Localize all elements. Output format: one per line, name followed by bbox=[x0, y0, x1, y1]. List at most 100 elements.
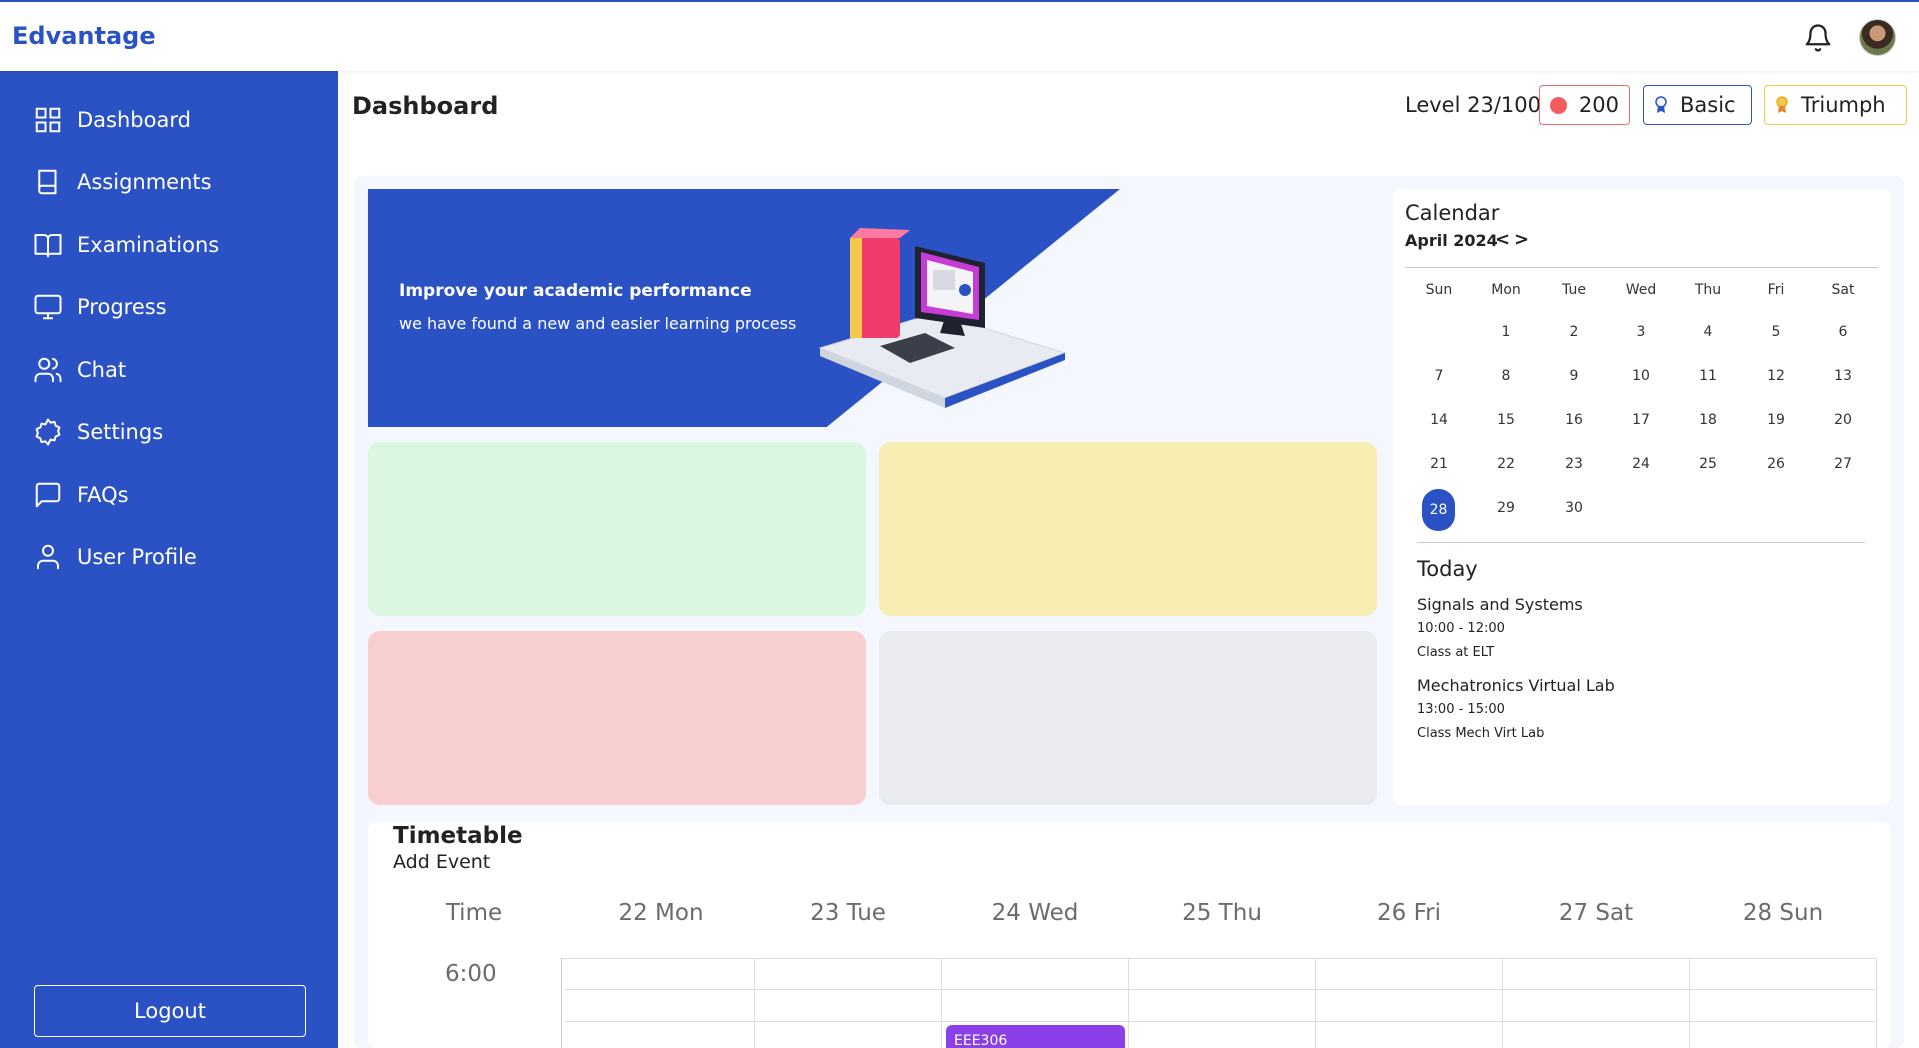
grid-line bbox=[754, 958, 755, 1048]
timetable-column-header: 25 Thu bbox=[1182, 900, 1262, 926]
sidebar-item-faqs[interactable]: FAQs bbox=[33, 475, 129, 515]
grid-line bbox=[1689, 958, 1690, 1048]
calendar-day[interactable]: 2 bbox=[1546, 324, 1602, 340]
top-bar: Edvantage bbox=[0, 0, 1919, 71]
event-location: Class at ELT bbox=[1417, 645, 1495, 660]
calendar-day[interactable]: 5 bbox=[1748, 324, 1804, 340]
timetable-column-header: 23 Tue bbox=[810, 900, 886, 926]
calendar-day[interactable]: 9 bbox=[1546, 368, 1602, 384]
calendar-day[interactable]: 19 bbox=[1748, 412, 1804, 428]
calendar-prev-button[interactable]: < bbox=[1495, 229, 1510, 250]
stat-card-gray[interactable] bbox=[879, 631, 1377, 805]
timetable-grid bbox=[561, 958, 1877, 1048]
calendar-day[interactable]: 13 bbox=[1815, 368, 1871, 384]
brand-logo[interactable]: Edvantage bbox=[12, 22, 156, 50]
calendar-day[interactable]: 6 bbox=[1815, 324, 1871, 340]
grid-line bbox=[1876, 958, 1877, 1048]
calendar-day-selected[interactable]: 28 bbox=[1422, 489, 1455, 531]
divider bbox=[1417, 542, 1865, 543]
sidebar-item-label: User Profile bbox=[77, 545, 197, 569]
medal-icon bbox=[1655, 96, 1667, 113]
calendar-day[interactable]: 17 bbox=[1613, 412, 1669, 428]
stat-card-yellow[interactable] bbox=[879, 442, 1377, 616]
calendar-day[interactable]: 27 bbox=[1815, 456, 1871, 472]
timetable-column-header: 22 Mon bbox=[618, 900, 704, 926]
rank-badge[interactable]: Triumph bbox=[1764, 85, 1907, 125]
trophy-icon bbox=[1776, 96, 1788, 113]
grid-line bbox=[1502, 958, 1503, 1048]
grid-line bbox=[565, 1021, 1877, 1022]
stat-card-green[interactable] bbox=[368, 442, 866, 616]
timetable-event[interactable]: EEE306 bbox=[946, 1025, 1125, 1048]
weekday-label: Fri bbox=[1767, 282, 1785, 298]
calendar-day[interactable]: 20 bbox=[1815, 412, 1871, 428]
calendar-day[interactable]: 15 bbox=[1478, 412, 1534, 428]
banner-subtitle: we have found a new and easier learning … bbox=[399, 314, 797, 333]
dashboard-grid-icon bbox=[35, 107, 61, 133]
sidebar-item-settings[interactable]: Settings bbox=[33, 412, 163, 452]
gear-icon bbox=[35, 418, 61, 446]
bell-icon[interactable] bbox=[1803, 22, 1833, 54]
calendar-day[interactable]: 29 bbox=[1478, 500, 1534, 516]
calendar-next-button[interactable]: > bbox=[1514, 229, 1529, 250]
sidebar-item-label: Settings bbox=[77, 420, 164, 444]
calendar-day[interactable]: 14 bbox=[1411, 412, 1467, 428]
sidebar-item-label: FAQs bbox=[77, 483, 129, 507]
open-book-icon bbox=[34, 234, 62, 258]
add-event-button[interactable]: Add Event bbox=[393, 851, 490, 873]
sidebar: Dashboard Assignments Examinations Progr… bbox=[0, 71, 338, 1048]
monitor-icon bbox=[34, 294, 62, 320]
sidebar-item-assignments[interactable]: Assignments bbox=[33, 162, 212, 202]
sidebar-item-label: Progress bbox=[77, 295, 167, 319]
calendar-day[interactable]: 8 bbox=[1478, 368, 1534, 384]
banner-title: Improve your academic performance bbox=[399, 281, 752, 301]
calendar-day[interactable]: 10 bbox=[1613, 368, 1669, 384]
weekday-label: Sun bbox=[1425, 282, 1453, 298]
calendar-day[interactable]: 4 bbox=[1680, 324, 1736, 340]
calendar-day[interactable]: 7 bbox=[1411, 368, 1467, 384]
calendar-day[interactable]: 26 bbox=[1748, 456, 1804, 472]
today-heading: Today bbox=[1417, 557, 1478, 581]
book-icon bbox=[38, 169, 57, 195]
weekday-label: Wed bbox=[1625, 282, 1657, 298]
sidebar-item-progress[interactable]: Progress bbox=[33, 287, 167, 327]
calendar-day[interactable]: 22 bbox=[1478, 456, 1534, 472]
event-time: 13:00 - 15:00 bbox=[1417, 702, 1505, 717]
calendar-day[interactable]: 3 bbox=[1613, 324, 1669, 340]
coins-badge[interactable]: 200 bbox=[1539, 85, 1630, 125]
logout-button[interactable]: Logout bbox=[34, 985, 306, 1037]
calendar-day[interactable]: 23 bbox=[1546, 456, 1602, 472]
tier-badge[interactable]: Basic bbox=[1643, 85, 1752, 125]
sidebar-item-label: Examinations bbox=[77, 233, 220, 257]
sidebar-item-user-profile[interactable]: User Profile bbox=[33, 537, 197, 577]
calendar-day[interactable]: 18 bbox=[1680, 412, 1736, 428]
calendar-day[interactable]: 24 bbox=[1613, 456, 1669, 472]
weekday-label: Mon bbox=[1491, 282, 1521, 298]
calendar-day[interactable]: 11 bbox=[1680, 368, 1736, 384]
stat-card-red[interactable] bbox=[368, 631, 866, 805]
calendar-day[interactable]: 12 bbox=[1748, 368, 1804, 384]
calendar-day[interactable]: 25 bbox=[1680, 456, 1736, 472]
message-square-icon bbox=[35, 482, 61, 508]
calendar-day[interactable]: 16 bbox=[1546, 412, 1602, 428]
event-location: Class Mech Virt Lab bbox=[1417, 726, 1545, 741]
timetable-column-header: 24 Wed bbox=[991, 900, 1079, 926]
calendar-day[interactable]: 30 bbox=[1546, 500, 1602, 516]
weekday-label: Tue bbox=[1562, 282, 1586, 298]
sidebar-item-label: Assignments bbox=[77, 170, 212, 194]
calendar-month: April 2024 bbox=[1405, 231, 1498, 250]
sidebar-item-examinations[interactable]: Examinations bbox=[33, 225, 219, 265]
event-name[interactable]: Signals and Systems bbox=[1417, 595, 1583, 614]
page-title: Dashboard bbox=[352, 92, 499, 120]
users-icon bbox=[34, 357, 62, 383]
calendar-day[interactable]: 1 bbox=[1478, 324, 1534, 340]
level-indicator: Level 23/100 bbox=[1405, 93, 1541, 117]
tier-label: Basic bbox=[1680, 93, 1736, 117]
sidebar-item-dashboard[interactable]: Dashboard bbox=[33, 100, 191, 140]
avatar[interactable] bbox=[1859, 19, 1896, 56]
calendar-day[interactable]: 21 bbox=[1411, 456, 1467, 472]
event-name[interactable]: Mechatronics Virtual Lab bbox=[1417, 676, 1615, 695]
grid-line bbox=[565, 989, 1877, 990]
sidebar-item-label: Dashboard bbox=[77, 108, 191, 132]
sidebar-item-chat[interactable]: Chat bbox=[33, 350, 126, 390]
